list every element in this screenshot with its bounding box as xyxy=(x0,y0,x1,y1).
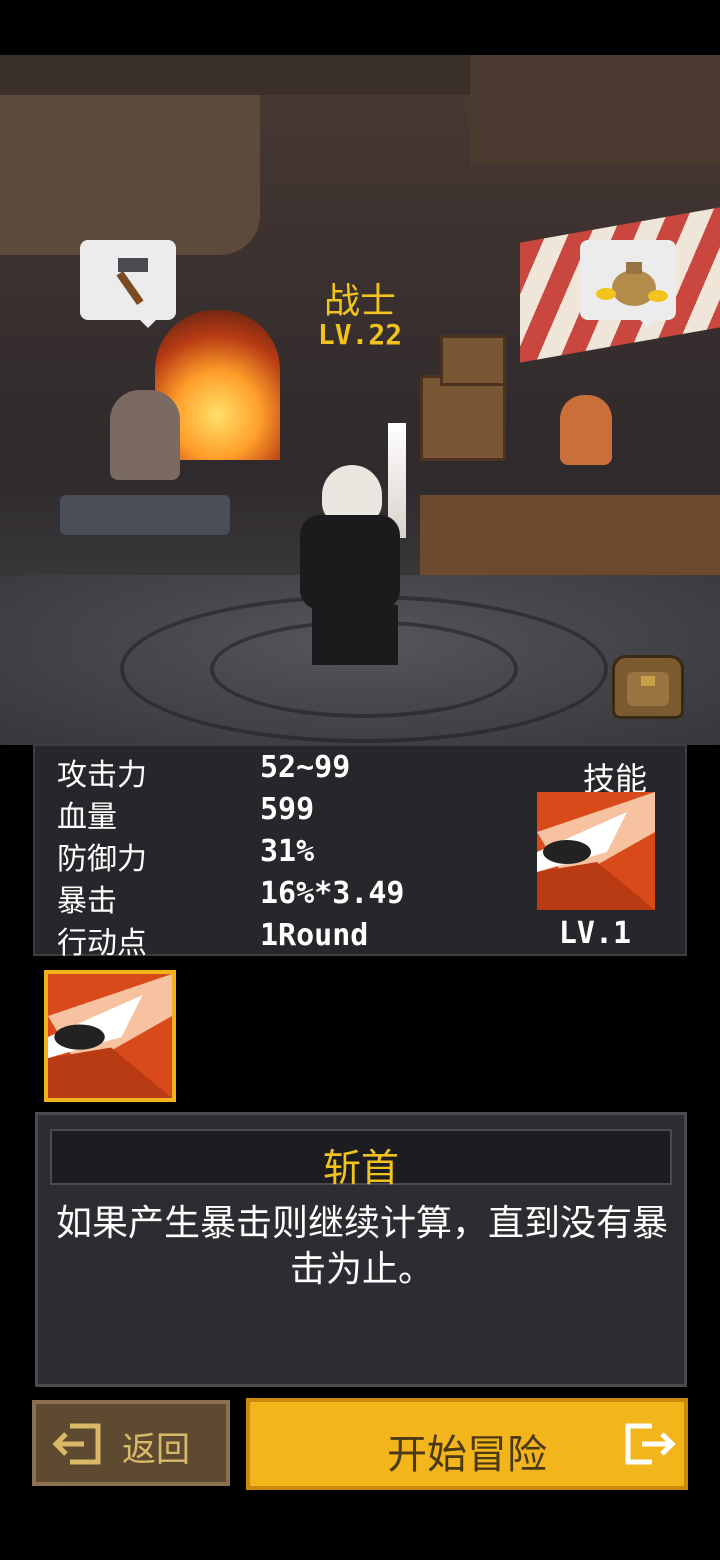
stat-label-crit: 暴击 xyxy=(57,884,117,919)
stat-label-action-points: 行动点 xyxy=(57,926,147,961)
skill-level: LV.1 xyxy=(558,916,632,951)
stats-panel: 攻击力 52~99 血量 599 防御力 31% 暴击 16%*3.49 行动点… xyxy=(33,744,687,961)
blacksmith-bubble[interactable] xyxy=(80,240,176,328)
start-adventure-button[interactable]: 开始冒险 xyxy=(246,1398,688,1490)
hero-class-name: 战士 xyxy=(323,281,396,322)
skill-name: 斩首 xyxy=(322,1146,399,1190)
stat-label-hp: 血量 xyxy=(57,800,117,835)
merchant-counter xyxy=(420,495,720,585)
anvil xyxy=(60,495,230,535)
back-button[interactable]: 返回 xyxy=(32,1400,230,1486)
stat-label-attack: 攻击力 xyxy=(57,758,147,793)
coin-bag-icon xyxy=(596,262,668,306)
hero-body xyxy=(300,515,400,610)
skill-description: 如果产生暴击则继续计算，直到没有暴击为止。 xyxy=(56,1203,669,1290)
exit-left-icon xyxy=(52,1423,101,1465)
start-adventure-label: 开始冒险 xyxy=(387,1432,547,1478)
town-scene xyxy=(0,55,720,745)
merchant-bubble[interactable] xyxy=(580,240,676,328)
stat-label-defense: 防御力 xyxy=(57,842,147,877)
stat-value-crit: 16%*3.49 xyxy=(260,876,405,911)
blade-slash-icon[interactable] xyxy=(537,792,655,910)
stat-value-defense: 31% xyxy=(260,834,315,869)
hero-level: LV.22 xyxy=(317,318,403,351)
back-label: 返回 xyxy=(122,1430,190,1470)
skill-description-panel: 斩首 如果产生暴击则继续计算，直到没有暴击为止。 xyxy=(35,1112,687,1387)
stat-value-hp: 599 xyxy=(260,792,315,827)
stat-value-action-points: 1Round xyxy=(260,918,369,953)
skill-title-bar: 斩首 xyxy=(50,1129,672,1190)
skill-slot[interactable] xyxy=(44,970,176,1102)
hammer-icon xyxy=(116,258,148,306)
hero-legs xyxy=(312,605,398,665)
exit-right-icon xyxy=(625,1423,676,1465)
merchant-npc[interactable] xyxy=(560,395,612,465)
bag-button[interactable] xyxy=(612,655,684,719)
backpack-icon xyxy=(627,672,669,706)
blade-slash-icon xyxy=(48,974,172,1098)
stat-value-attack: 52~99 xyxy=(260,750,351,785)
blacksmith-npc[interactable] xyxy=(110,390,180,480)
